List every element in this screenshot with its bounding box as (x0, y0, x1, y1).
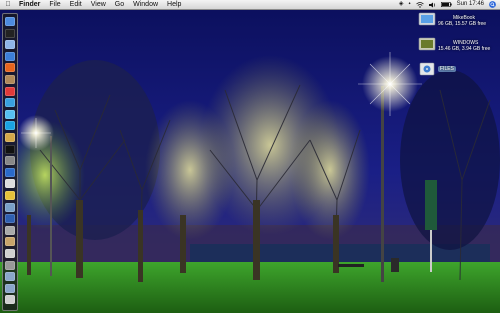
script-icon[interactable] (5, 249, 15, 258)
firefox-icon[interactable] (5, 63, 15, 73)
bluetooth-icon[interactable]: ⬩ (408, 0, 410, 9)
desktop-item-windows[interactable]: WINDOWS 15.46 GB, 3.94 GB free (418, 36, 498, 58)
preview-icon[interactable] (5, 202, 15, 212)
desktop-screen:  Finder File Edit View Go Window Help ◈… (0, 0, 500, 313)
menu-help[interactable]: Help (167, 0, 181, 9)
finder-icon[interactable] (5, 17, 15, 26)
desktop-item-detail: 96 GB, 15.57 GB free (438, 21, 487, 27)
desktop-item-mikebook[interactable]: MikeBook 96 GB, 15.57 GB free (418, 11, 498, 33)
menu-window[interactable]: Window (133, 0, 158, 9)
desktop-item-files[interactable]: FILES (418, 61, 498, 79)
system-preferences-icon[interactable] (5, 156, 15, 166)
dashboard-icon[interactable] (5, 28, 15, 38)
wifi-icon[interactable] (415, 1, 424, 8)
menu-clock[interactable]: Sun 17:46 (457, 0, 484, 9)
photo-icon[interactable] (5, 133, 15, 142)
ical-icon[interactable] (5, 86, 15, 96)
skype-icon[interactable] (5, 121, 15, 131)
desktop-item-detail: 15.46 GB, 3.94 GB free (438, 46, 491, 52)
network-icon[interactable] (5, 167, 15, 177)
battery-icon[interactable] (440, 2, 452, 7)
menu-view[interactable]: View (91, 0, 106, 9)
safari-icon[interactable] (5, 51, 15, 61)
menu-edit[interactable]: Edit (70, 0, 82, 9)
terminal-icon[interactable] (5, 144, 15, 154)
itunes-icon[interactable] (5, 98, 15, 108)
app-folder-icon[interactable] (5, 237, 15, 247)
apple-icon[interactable]:  (3, 0, 13, 9)
menu-extra-icon[interactable]: ◈ (399, 0, 404, 9)
volume-icon[interactable] (428, 2, 436, 8)
hard-drive-icon (418, 12, 436, 26)
disk-utility-icon[interactable] (5, 225, 15, 235)
ichat-icon[interactable] (5, 109, 15, 119)
search-icon[interactable] (489, 1, 496, 8)
chrome-icon[interactable] (5, 191, 15, 200)
disk-icon (419, 62, 435, 76)
trash-icon[interactable] (5, 295, 15, 305)
utility-icon[interactable] (5, 260, 15, 270)
menu-app-name[interactable]: Finder (19, 0, 40, 9)
menu-bar:  Finder File Edit View Go Window Help ◈… (0, 0, 500, 10)
menu-go[interactable]: Go (115, 0, 124, 9)
desktop-item-name: FILES (438, 66, 456, 72)
downloads-folder-icon[interactable] (5, 272, 15, 282)
menu-file[interactable]: File (49, 0, 60, 9)
hard-drive-icon (418, 37, 436, 51)
dock (2, 13, 18, 311)
text-edit-icon[interactable] (5, 179, 15, 189)
quicktime-icon[interactable] (5, 214, 15, 224)
address-book-icon[interactable] (5, 75, 15, 84)
mail-icon[interactable] (5, 40, 15, 50)
documents-folder-icon[interactable] (5, 283, 15, 293)
menu-extras: ◈ ⬩ Sun 17:46 (399, 0, 496, 9)
